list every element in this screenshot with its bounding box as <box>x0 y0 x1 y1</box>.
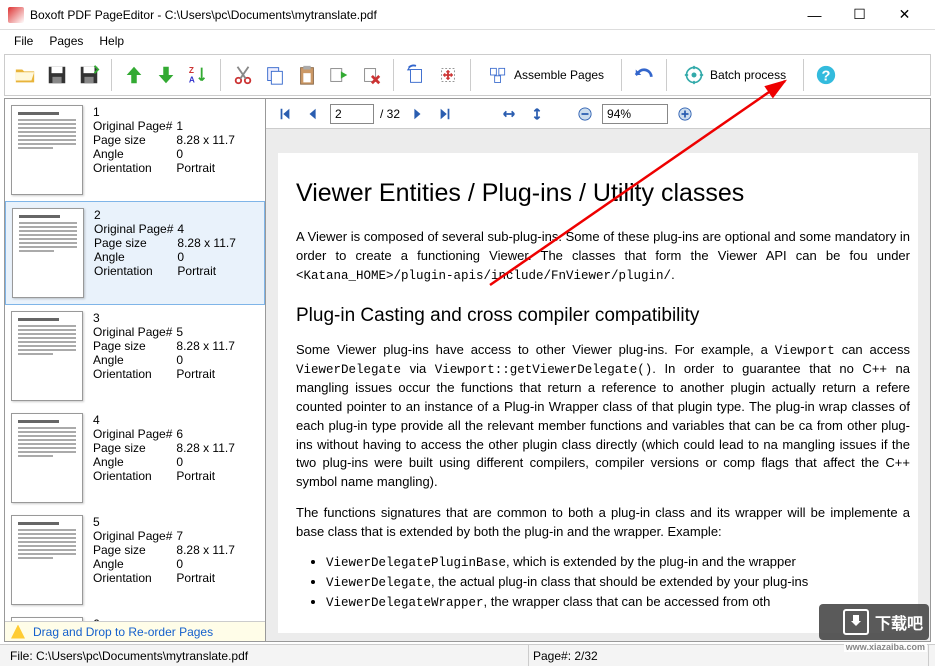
close-button[interactable]: ✕ <box>882 1 927 29</box>
watermark-text: 下载吧 <box>875 610 923 634</box>
thumbnail-image <box>11 105 83 195</box>
batch-process-button[interactable]: Batch process <box>675 61 795 89</box>
window-controls: — ☐ ✕ <box>792 1 927 29</box>
save-as-button[interactable] <box>75 61 103 89</box>
thumbnail-meta: 4 Original Page#6 Page size8.28 x 11.7 A… <box>83 413 259 503</box>
window-title: Boxoft PDF PageEditor - C:\Users\pc\Docu… <box>30 8 792 22</box>
download-icon <box>843 609 869 635</box>
doc-list: ViewerDelegatePluginBase, which is exten… <box>326 554 910 610</box>
move-up-button[interactable] <box>120 61 148 89</box>
help-button[interactable]: ? <box>812 61 840 89</box>
save-button[interactable] <box>43 61 71 89</box>
thumbnail-meta: 3 Original Page#5 Page size8.28 x 11.7 A… <box>83 311 259 401</box>
first-page-button[interactable] <box>274 103 296 125</box>
resize-button[interactable] <box>434 61 462 89</box>
thumbnail-row[interactable]: 3 Original Page#5 Page size8.28 x 11.7 A… <box>5 305 265 407</box>
cut-button[interactable] <box>229 61 257 89</box>
rotate-button[interactable] <box>402 61 430 89</box>
menu-help[interactable]: Help <box>91 32 132 50</box>
thumbnail-image <box>11 515 83 605</box>
app-icon <box>8 7 24 23</box>
watermark-url: www.xiazaiba.com <box>844 642 927 652</box>
zoom-select[interactable] <box>602 104 668 124</box>
thumbnail-panel: 1 Original Page#1 Page size8.28 x 11.7 A… <box>4 98 266 642</box>
document-page: Viewer Entities / Plug-ins / Utility cla… <box>278 153 918 633</box>
status-bar: File: C:\Users\pc\Documents\mytranslate.… <box>0 644 935 666</box>
minimize-button[interactable]: — <box>792 1 837 29</box>
delete-button[interactable] <box>357 61 385 89</box>
svg-text:A: A <box>189 75 195 84</box>
thumbnail-row[interactable]: 2 Original Page#4 Page size8.28 x 11.7 A… <box>5 201 265 305</box>
svg-text:Z: Z <box>189 66 194 75</box>
thumbnail-image <box>11 311 83 401</box>
viewer-panel: / 32 Viewer Entities / Plug-ins / Utilit… <box>266 98 931 642</box>
undo-button[interactable] <box>630 61 658 89</box>
doc-heading-2: Plug-in Casting and cross compiler compa… <box>296 305 910 327</box>
next-page-button[interactable] <box>406 103 428 125</box>
move-down-button[interactable] <box>152 61 180 89</box>
thumbnail-row[interactable]: 1 Original Page#1 Page size8.28 x 11.7 A… <box>5 99 265 201</box>
main-toolbar: ZA Assemble Pages Batch process ? <box>4 54 931 96</box>
doc-paragraph: The functions signatures that are common… <box>296 504 910 542</box>
insert-button[interactable] <box>325 61 353 89</box>
menu-file[interactable]: File <box>6 32 41 50</box>
paste-button[interactable] <box>293 61 321 89</box>
page-number-input[interactable] <box>330 104 374 124</box>
doc-heading-1: Viewer Entities / Plug-ins / Utility cla… <box>296 179 910 208</box>
fit-width-button[interactable] <box>498 103 520 125</box>
drag-hint-text: Drag and Drop to Re-order Pages <box>33 625 213 639</box>
drag-hint-bar: Drag and Drop to Re-order Pages <box>5 621 265 641</box>
fit-page-button[interactable] <box>526 103 548 125</box>
maximize-button[interactable]: ☐ <box>837 1 882 29</box>
assemble-pages-label: Assemble Pages <box>514 68 604 82</box>
status-file: File: C:\Users\pc\Documents\mytranslate.… <box>6 645 529 666</box>
prev-page-button[interactable] <box>302 103 324 125</box>
zoom-out-button[interactable] <box>574 103 596 125</box>
warning-icon <box>11 625 25 639</box>
thumbnail-meta: 2 Original Page#4 Page size8.28 x 11.7 A… <box>84 208 258 298</box>
thumbnail-image <box>11 413 83 503</box>
doc-list-item: ViewerDelegatePluginBase, which is exten… <box>326 554 910 570</box>
doc-paragraph: A Viewer is composed of several sub-plug… <box>296 228 910 285</box>
doc-paragraph: Some Viewer plug-ins have access to othe… <box>296 341 910 492</box>
thumbnail-row[interactable]: 5 Original Page#7 Page size8.28 x 11.7 A… <box>5 509 265 611</box>
doc-list-item: ViewerDelegate, the actual plug-in class… <box>326 574 910 590</box>
document-scroll-area[interactable]: Viewer Entities / Plug-ins / Utility cla… <box>266 129 930 641</box>
batch-process-label: Batch process <box>710 68 786 82</box>
svg-text:?: ? <box>822 69 831 85</box>
thumbnail-row[interactable]: 4 Original Page#6 Page size8.28 x 11.7 A… <box>5 407 265 509</box>
viewer-navbar: / 32 <box>266 99 930 129</box>
title-bar: Boxoft PDF PageEditor - C:\Users\pc\Docu… <box>0 0 935 30</box>
thumbnail-meta: 5 Original Page#7 Page size8.28 x 11.7 A… <box>83 515 259 605</box>
open-button[interactable] <box>11 61 39 89</box>
page-total-label: / 32 <box>380 107 400 121</box>
thumbnail-image <box>12 208 84 298</box>
copy-button[interactable] <box>261 61 289 89</box>
assemble-pages-button[interactable]: Assemble Pages <box>479 61 613 89</box>
zoom-in-button[interactable] <box>674 103 696 125</box>
watermark: 下载吧 www.xiazaiba.com <box>819 604 929 640</box>
menu-bar: File Pages Help <box>0 30 935 52</box>
last-page-button[interactable] <box>434 103 456 125</box>
sort-button[interactable]: ZA <box>184 61 212 89</box>
menu-pages[interactable]: Pages <box>41 32 91 50</box>
thumbnail-meta: 1 Original Page#1 Page size8.28 x 11.7 A… <box>83 105 259 195</box>
content-area: 1 Original Page#1 Page size8.28 x 11.7 A… <box>4 98 931 642</box>
